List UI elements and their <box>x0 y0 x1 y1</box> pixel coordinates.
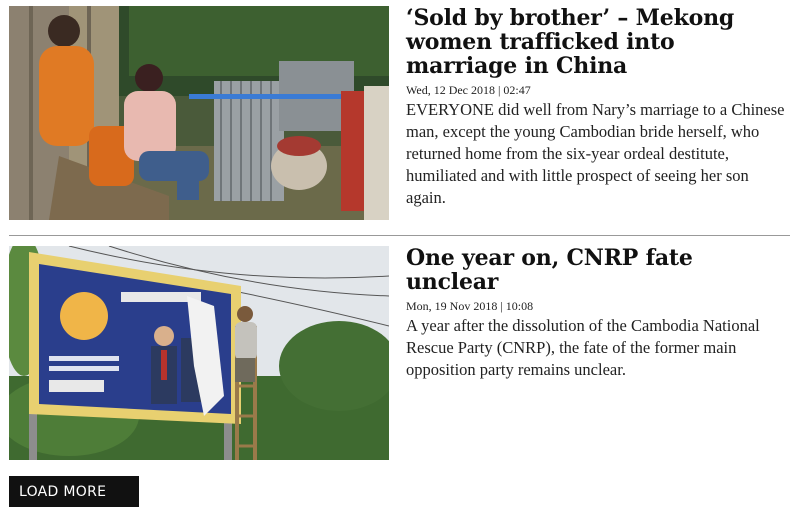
article-headline[interactable]: ‘Sold by brother’ – Mekong women traffic… <box>406 6 790 78</box>
article-card: ‘Sold by brother’ – Mekong women traffic… <box>9 6 789 220</box>
article-summary: EVERYONE did well from Nary’s marriage t… <box>406 100 785 207</box>
article-dateline: Wed, 12 Dec 2018 | 02:47 <box>406 83 531 97</box>
article-summary: A year after the dissolution of the Camb… <box>406 316 760 379</box>
article-divider <box>9 235 790 236</box>
article-dateline: Mon, 19 Nov 2018 | 10:08 <box>406 299 534 313</box>
article-thumbnail[interactable] <box>9 246 389 460</box>
article-card: One year on, CNRP fate unclear Mon, 19 N… <box>9 246 789 460</box>
article-headline[interactable]: One year on, CNRP fate unclear <box>406 246 790 294</box>
article-thumbnail[interactable] <box>9 6 389 220</box>
load-more-button[interactable]: LOAD MORE <box>9 476 139 507</box>
